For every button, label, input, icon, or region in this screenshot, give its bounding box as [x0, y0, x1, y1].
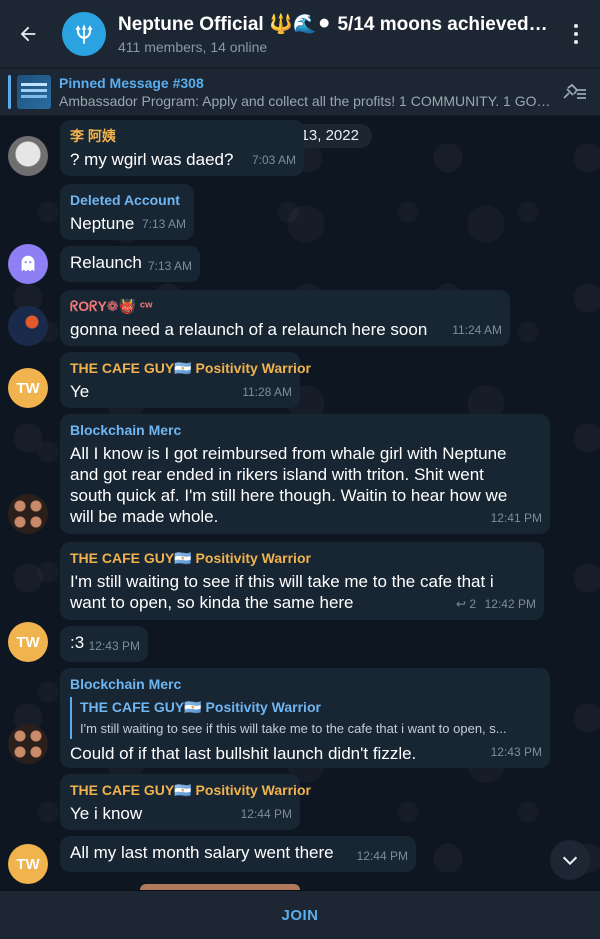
message-time: 7:13 AM — [141, 217, 186, 231]
message-time: 12:44 PM — [240, 807, 292, 821]
pinned-thumbnail — [17, 75, 51, 109]
member-count: 411 members, 14 online — [118, 39, 268, 55]
chat-header: Neptune Official 🔱🌊⚫ 5/14 moons achieved… — [0, 0, 600, 68]
sender-name[interactable]: 李 阿姨 — [70, 126, 294, 147]
sender-name[interactable]: THE CAFE GUY🇦🇷 Positivity Warrior — [70, 548, 534, 569]
avatar[interactable]: TW — [8, 844, 48, 884]
trident-logo-icon — [75, 23, 93, 44]
chat-title: Neptune Official 🔱🌊⚫ 5/14 moons achieved… — [118, 14, 548, 35]
ghost-icon — [21, 255, 35, 272]
avatar[interactable] — [8, 136, 48, 176]
scroll-down-button[interactable] — [550, 840, 590, 880]
message-bubble[interactable]: THE CAFE GUY🇦🇷 Positivity Warrior I'm st… — [60, 542, 544, 620]
avatar[interactable] — [8, 244, 48, 284]
message-text: All my last month salary went there — [70, 843, 334, 862]
quoted-text: I'm still waiting to see if this will ta… — [80, 721, 507, 736]
join-bar: JOIN — [0, 890, 600, 939]
avatar-initials: TW — [16, 633, 40, 651]
reply-count[interactable]: ↩ 2 — [456, 594, 476, 615]
message-time: 7:03 AM — [251, 153, 296, 167]
back-arrow-icon — [20, 26, 36, 41]
sender-name[interactable]: Blockchain Merc — [70, 674, 540, 695]
group-avatar[interactable] — [62, 11, 106, 56]
message-time: 12:41 PM — [490, 511, 542, 525]
chat-title-area[interactable]: Neptune Official 🔱🌊⚫ 5/14 moons achieved… — [118, 12, 548, 55]
message-time: 12:44 PM — [356, 849, 408, 863]
sender-name[interactable]: THE CAFE GUY🇦🇷 Positivity Warrior — [70, 358, 311, 379]
message-bubble[interactable]: ᖇOᖇY❁👹 ᶜʷ gonna need a relaunch of a rel… — [60, 290, 510, 346]
pinned-list-icon[interactable] — [562, 83, 588, 103]
avatar[interactable]: TW — [8, 368, 48, 408]
message-time: 7:13 AM — [147, 259, 192, 273]
message-bubble[interactable]: THE CAFE GUY🇦🇷 Positivity Warrior Ye 11:… — [60, 352, 311, 408]
message-time: 12:43 PM — [490, 745, 542, 759]
avatar[interactable] — [8, 306, 48, 346]
message-list[interactable]: January 13, 2022 李 阿姨 ? my wgirl was dae… — [0, 116, 600, 890]
message-text: Could of if that last bullshit launch di… — [70, 744, 417, 763]
pinned-message-bar[interactable]: Pinned Message #308 Ambassador Program: … — [0, 68, 600, 116]
join-button[interactable]: JOIN — [281, 907, 318, 924]
message-bubble[interactable]: Blockchain Merc All I know is I got reim… — [60, 414, 550, 534]
message-bubble[interactable]: :3 12:43 PM — [60, 626, 148, 662]
pinned-title: Pinned Message #308 — [59, 75, 204, 91]
pinned-text: Ambassador Program: Apply and collect al… — [59, 93, 559, 109]
avatar-initials: TW — [16, 379, 40, 397]
pinned-indicator — [8, 75, 11, 109]
message-bubble[interactable]: THE CAFE GUY🇦🇷 Positivity Warrior Ye i k… — [60, 774, 311, 830]
sender-name[interactable]: THE CAFE GUY🇦🇷 Positivity Warrior — [70, 780, 311, 801]
sender-name[interactable]: ᖇOᖇY❁👹 ᶜʷ — [70, 296, 500, 317]
avatar[interactable] — [8, 494, 48, 534]
avatar[interactable] — [8, 724, 48, 764]
message-bubble[interactable]: 李 阿姨 ? my wgirl was daed? 7:03 AM — [60, 120, 304, 176]
sender-name[interactable]: Blockchain Merc — [70, 420, 540, 441]
message-bubble[interactable]: Blockchain Merc THE CAFE GUY🇦🇷 Positivit… — [60, 668, 550, 768]
message-bubble[interactable]: Deleted Account Neptune 7:13 AM — [60, 184, 194, 240]
message-bubble[interactable]: All my last month salary went there 12:4… — [60, 836, 416, 872]
message-time: 11:28 AM — [242, 385, 292, 399]
back-button[interactable] — [0, 0, 56, 68]
avatar-initials: TW — [16, 855, 40, 873]
message-bubble[interactable]: Relaunch 7:13 AM — [60, 246, 200, 282]
chevron-down-icon — [562, 856, 578, 866]
more-menu-icon[interactable] — [566, 22, 586, 46]
avatar[interactable]: TW — [8, 622, 48, 662]
message-time: 11:24 AM — [452, 323, 502, 337]
sender-name[interactable]: Deleted Account — [70, 190, 184, 211]
message-time: 12:42 PM — [484, 597, 536, 611]
message-text: gonna need a relaunch of a relaunch here… — [70, 320, 428, 339]
quoted-sender: THE CAFE GUY🇦🇷 Positivity Warrior — [80, 699, 321, 715]
message-text: All I know is I got reimbursed from whal… — [70, 444, 508, 526]
message-time: 12:43 PM — [88, 639, 140, 653]
quoted-reply[interactable]: THE CAFE GUY🇦🇷 Positivity Warrior I'm st… — [70, 697, 540, 739]
